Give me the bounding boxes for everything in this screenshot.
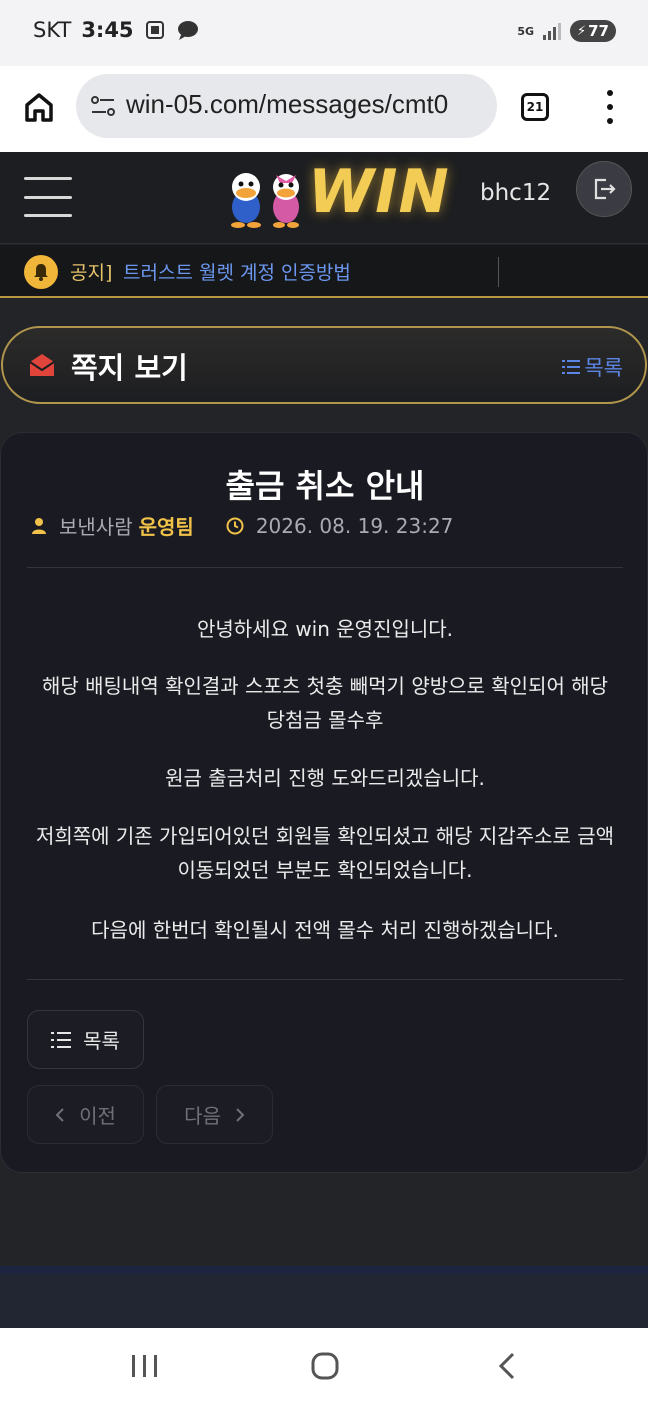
message-paragraph: 해당 배팅내역 확인결과 스포츠 첫충 빼먹기 양방으로 확인되어 해당 당첨금… xyxy=(41,674,609,732)
notice-prefix: 공지] xyxy=(70,262,113,284)
notice-separator xyxy=(498,257,499,287)
recent-apps-icon[interactable] xyxy=(130,1353,160,1379)
screenshot-icon xyxy=(145,21,164,39)
menu-button[interactable] xyxy=(24,177,72,217)
notice-bar: 공지] 트러스트 월렛 계정 인증방법 xyxy=(0,245,648,298)
sender-label: 보낸사람 xyxy=(59,515,133,539)
signal-icon xyxy=(543,23,561,40)
logout-button[interactable] xyxy=(576,161,632,217)
more-options-button[interactable] xyxy=(600,90,620,124)
home-nav-icon[interactable] xyxy=(310,1351,340,1381)
chevron-left-icon xyxy=(55,1107,64,1122)
notice-link[interactable]: 트러스트 월렛 계정 인증방법 xyxy=(123,258,351,285)
divider-bottom xyxy=(27,979,623,980)
message-datetime: 2026. 08. 19. 23:27 xyxy=(255,513,454,538)
address-bar[interactable]: win-05.com/messages/cmt0 xyxy=(76,74,497,138)
next-button-label: 다음 xyxy=(184,1104,221,1128)
logout-icon xyxy=(594,178,616,200)
carrier-label: SKT xyxy=(33,18,72,42)
network-type-icon: 5G xyxy=(517,24,534,38)
list-button-label: 목록 xyxy=(83,1029,120,1053)
site-header: WIN bhc12 xyxy=(0,152,648,244)
chevron-right-icon xyxy=(236,1107,245,1122)
android-nav-bar xyxy=(0,1328,648,1404)
list-link[interactable]: 목록 xyxy=(562,352,623,382)
mail-icon xyxy=(29,354,55,376)
prev-button-label: 이전 xyxy=(79,1104,116,1128)
sender-name: 운영팀 xyxy=(138,515,194,539)
page-title: 쪽지 보기 xyxy=(71,351,188,385)
message-paragraph: 저희쪽에 기존 가입되어있던 회원들 확인되셨고 해당 지갑주소로 금액 이동되… xyxy=(35,824,615,882)
page-footer-strip xyxy=(0,1266,648,1328)
list-icon xyxy=(562,360,581,374)
bell-icon xyxy=(24,255,58,289)
mascot-duck-icon xyxy=(231,173,261,228)
battery-level: 77 xyxy=(588,22,609,40)
message-card: 출금 취소 안내 보낸사람 운영팀 2026. 08. 19. 23:27 안녕… xyxy=(0,432,648,1173)
clock-time: 3:45 xyxy=(81,18,134,42)
next-button[interactable]: 다음 xyxy=(156,1085,273,1144)
home-icon xyxy=(25,93,53,122)
chat-bubble-icon xyxy=(177,21,198,40)
battery-charging-icon: ⚡ xyxy=(576,23,587,39)
battery-indicator: ⚡ 77 xyxy=(570,20,616,42)
message-paragraph: 다음에 한번더 확인될시 전액 몰수 처리 진행하겠습니다. xyxy=(91,918,559,942)
site-logo[interactable]: WIN xyxy=(226,157,466,237)
message-paragraph: 원금 출금처리 진행 도와드리겠습니다. xyxy=(165,766,485,790)
list-link-label: 목록 xyxy=(584,356,623,380)
clock-icon xyxy=(226,517,244,534)
status-right: 5G ⚡ 77 xyxy=(517,20,616,42)
list-icon xyxy=(51,1031,72,1048)
site-settings-icon[interactable] xyxy=(90,94,116,118)
home-button[interactable] xyxy=(22,90,56,124)
url-text: win-05.com/messages/cmt0 xyxy=(126,89,449,119)
prev-button[interactable]: 이전 xyxy=(27,1085,144,1144)
mascot-daisy-icon xyxy=(273,174,299,228)
logo-wordmark: WIN xyxy=(308,157,450,227)
back-icon[interactable] xyxy=(495,1351,519,1381)
list-button[interactable]: 목록 xyxy=(27,1010,144,1069)
tab-switcher-button[interactable]: 21 xyxy=(521,93,549,121)
status-left: SKT 3:45 xyxy=(33,18,200,42)
message-paragraph: 안녕하세요 win 운영진입니다. xyxy=(196,617,454,641)
divider-top xyxy=(27,567,623,568)
user-icon xyxy=(32,517,46,534)
status-bar: SKT 3:45 5G ⚡ 77 xyxy=(0,0,648,66)
page-title-bar: 쪽지 보기 목록 xyxy=(1,326,647,404)
browser-toolbar: win-05.com/messages/cmt0 21 xyxy=(0,66,648,152)
message-subject: 출금 취소 안내 xyxy=(225,467,425,505)
message-meta: 보낸사람 운영팀 2026. 08. 19. 23:27 xyxy=(31,511,453,540)
username: bhc12 xyxy=(480,180,552,206)
